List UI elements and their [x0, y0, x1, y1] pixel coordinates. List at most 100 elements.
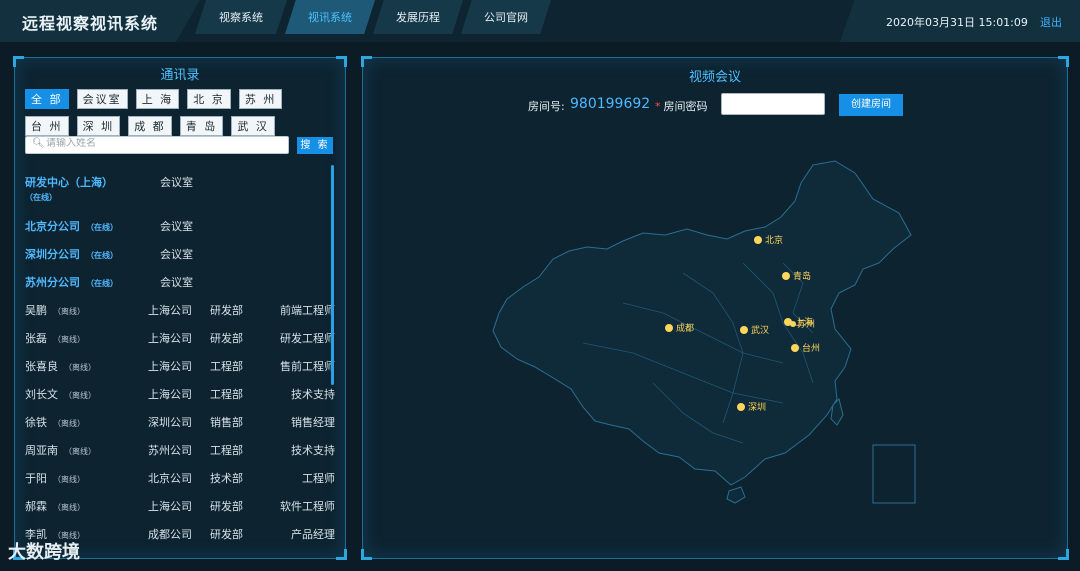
city-label-chengdu: 成都	[676, 322, 694, 334]
contact-status: （离线）	[64, 363, 96, 372]
contact-title: 产品经理	[291, 528, 335, 541]
filter-chengdu[interactable]: 成 都	[128, 116, 172, 136]
nav-tab-inspection[interactable]: 视察系统	[195, 0, 287, 34]
contact-name: 北京分公司 （在线）	[25, 220, 118, 233]
filter-all[interactable]: 全 部	[25, 89, 69, 109]
contact-title: 售前工程师	[280, 360, 335, 373]
contact-name: 苏州分公司 （在线）	[25, 276, 118, 289]
room-password-label: * 房间密码	[655, 98, 708, 114]
contact-name: 刘长文 （离线）	[25, 388, 96, 401]
contact-status: （在线）	[86, 223, 118, 232]
map-island-hainan	[726, 486, 746, 504]
filter-meeting-room[interactable]: 会议室	[76, 89, 128, 109]
contact-status: （离线）	[64, 447, 96, 456]
contact-status: （离线）	[53, 419, 85, 428]
search-input[interactable]	[46, 138, 281, 149]
south-sea-inset	[872, 444, 916, 504]
contact-status: （在线）	[25, 193, 57, 202]
contact-list: 研发中心（上海） 会议室 （在线） 北京分公司 （在线） 会议室 深圳分公司 （在线…	[25, 170, 335, 555]
contact-type: 会议室	[160, 176, 193, 189]
list-scrollbar[interactable]	[331, 165, 334, 385]
contact-name: 张喜良 （离线）	[25, 360, 96, 373]
contact-dept: 工程部	[210, 388, 243, 401]
room-number-label: 房间号:	[528, 100, 565, 113]
contact-name: 吴鹏 （离线）	[25, 304, 85, 317]
contact-dept: 销售部	[210, 416, 243, 429]
filter-beijing[interactable]: 北 京	[187, 89, 231, 109]
city-marker-qingdao[interactable]	[782, 272, 790, 280]
contact-company: 上海公司	[148, 360, 192, 373]
datetime: 2020年03月31日 15:01:09	[886, 16, 1028, 29]
contact-title: 软件工程师	[280, 500, 335, 513]
filter-chips: 全 部 会议室 上 海 北 京 苏 州 台 州 深 圳 成 都 青 岛 武 汉	[25, 88, 335, 142]
meeting-panel: 视频会议 房间号: 980199692 *房间密码 创建房间 北京 青岛 上海	[361, 56, 1069, 560]
contact-title: 技术支持	[291, 388, 335, 401]
filter-shenzhen[interactable]: 深 圳	[76, 116, 121, 136]
create-room-button[interactable]: 创建房间	[839, 94, 903, 116]
city-label-wuhan: 武汉	[751, 324, 769, 336]
city-label-suzhou: 苏州	[797, 318, 815, 330]
nav-tab-history[interactable]: 发展历程	[373, 0, 463, 34]
contact-type: 会议室	[160, 276, 193, 289]
room-number: 980199692	[570, 96, 651, 112]
filter-wuhan[interactable]: 武 汉	[231, 116, 275, 136]
city-label-beijing: 北京	[765, 234, 783, 246]
logout-link[interactable]: 退出	[1040, 14, 1062, 30]
city-marker-wuhan[interactable]	[740, 326, 748, 334]
contact-status: （在线）	[86, 251, 118, 260]
search-button[interactable]: 搜 索	[297, 137, 333, 154]
contact-company: 苏州公司	[148, 444, 192, 457]
city-label-qingdao: 青岛	[793, 270, 811, 282]
city-marker-shenzhen[interactable]	[737, 403, 745, 411]
contact-company: 北京公司	[148, 472, 192, 485]
contact-name: 张磊 （离线）	[25, 332, 85, 345]
contact-status: （在线）	[86, 279, 118, 288]
contact-title: 研发工程师	[280, 332, 335, 345]
contact-title: 销售经理	[291, 416, 335, 429]
nav-tab-video-system[interactable]: 视讯系统	[285, 0, 375, 34]
city-marker-beijing[interactable]	[754, 236, 762, 244]
room-password-label-text: 房间密码	[663, 100, 708, 113]
map-outline	[492, 160, 912, 486]
contact-status: （离线）	[64, 391, 96, 400]
contact-name: 周亚南 （离线）	[25, 444, 96, 457]
contacts-title: 通讯录	[160, 68, 200, 83]
filter-taizhou[interactable]: 台 州	[25, 116, 69, 136]
contact-name: 研发中心（上海）	[25, 176, 113, 189]
filter-shanghai[interactable]: 上 海	[135, 89, 180, 109]
search-icon: 🔍︎	[32, 138, 45, 149]
city-label-shenzhen: 深圳	[748, 402, 766, 413]
contact-title: 技术支持	[291, 444, 335, 457]
contact-company: 成都公司	[148, 528, 192, 541]
contact-title: 前端工程师	[280, 304, 335, 317]
meeting-title: 视频会议	[688, 70, 741, 85]
nav-tab-company-site[interactable]: 公司官网	[461, 0, 551, 34]
contact-dept: 研发部	[210, 500, 243, 513]
corner-decoration	[336, 549, 347, 560]
contact-dept: 研发部	[210, 528, 243, 541]
city-marker-suzhou[interactable]	[790, 321, 796, 327]
contact-dept: 工程部	[210, 444, 243, 457]
city-marker-taizhou[interactable]	[791, 344, 799, 352]
contact-name: 徐铁 （离线）	[25, 416, 85, 429]
contact-company: 深圳公司	[148, 416, 192, 429]
contact-status: （离线）	[53, 475, 85, 484]
required-star: *	[655, 100, 661, 113]
contact-status-wrap: （在线）	[25, 190, 57, 203]
contact-dept: 研发部	[210, 304, 243, 317]
contact-dept: 技术部	[210, 472, 243, 485]
filter-suzhou[interactable]: 苏 州	[238, 89, 283, 109]
contact-type: 会议室	[160, 220, 193, 233]
contact-name: 深圳分公司 （在线）	[25, 248, 118, 261]
filter-qingdao[interactable]: 青 岛	[179, 116, 224, 136]
contact-status: （离线）	[53, 335, 85, 344]
contact-company: 上海公司	[148, 388, 192, 401]
contact-dept: 工程部	[210, 360, 243, 373]
contact-company: 上海公司	[148, 500, 192, 513]
contacts-panel: 通讯录 全 部 会议室 上 海 北 京 苏 州 台 州 深 圳 成 都 青 岛 …	[13, 56, 347, 560]
city-marker-chengdu[interactable]	[665, 324, 673, 332]
contact-company: 上海公司	[148, 332, 192, 345]
contact-company: 上海公司	[148, 304, 192, 317]
room-password-input[interactable]	[721, 93, 825, 115]
corner-decoration	[361, 549, 372, 560]
